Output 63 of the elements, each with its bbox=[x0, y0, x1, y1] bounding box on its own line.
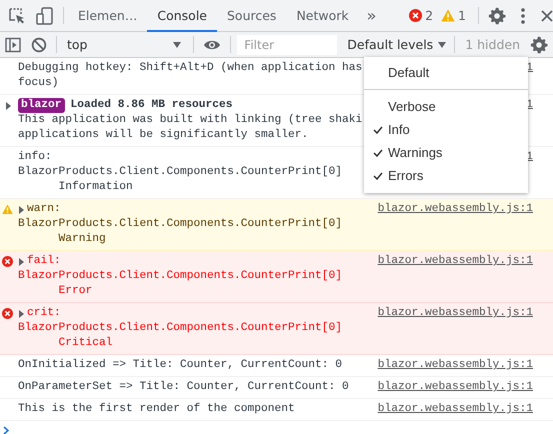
more-options-icon[interactable] bbox=[521, 8, 525, 24]
error-icon bbox=[409, 9, 422, 22]
expand-triangle-icon[interactable] bbox=[6, 102, 11, 110]
inspect-icon[interactable] bbox=[8, 6, 26, 24]
eye-icon[interactable] bbox=[203, 38, 222, 50]
error-icon bbox=[2, 256, 13, 267]
dropdown-caret-icon bbox=[438, 42, 446, 48]
source-link[interactable]: blazor.webassembly.js:1 bbox=[378, 402, 553, 417]
source-link[interactable]: blazor.webassembly.js:1 bbox=[378, 202, 553, 247]
menu-item[interactable]: Info bbox=[364, 118, 528, 141]
error-icon bbox=[2, 308, 13, 319]
dropdown-caret-icon bbox=[173, 42, 182, 48]
menu-item[interactable]: Default bbox=[364, 61, 528, 84]
message-text: OnInitialized => Title: Counter, CurrentCount: 0 bbox=[18, 358, 342, 373]
message-text: applications will be significantly smaller. bbox=[18, 128, 308, 143]
device-icon[interactable] bbox=[36, 6, 54, 24]
message-text: info: bbox=[18, 150, 52, 165]
filter-field[interactable]: Filter bbox=[237, 34, 338, 54]
source-link[interactable]: blazor.webassembly.js:1 bbox=[378, 306, 553, 351]
source-link[interactable]: blazor.webassembly.js:1 bbox=[378, 254, 553, 299]
group-heading: Loaded 8.86 MB resources bbox=[70, 98, 233, 113]
message-text: OnParameterSet => Title: Counter, CurrentCount: 0 bbox=[18, 380, 349, 395]
menu-item[interactable]: Errors bbox=[364, 164, 528, 187]
message-text: fail: bbox=[27, 254, 61, 269]
message-text: Information bbox=[58, 180, 133, 195]
message-text: This is the first render of the component bbox=[18, 402, 295, 417]
warning-icon bbox=[2, 204, 13, 215]
error-count: 2 bbox=[425, 8, 434, 23]
expand-triangle-icon[interactable] bbox=[19, 310, 24, 318]
message-text: focus) bbox=[18, 76, 59, 91]
settings-icon[interactable] bbox=[488, 6, 506, 24]
expand-triangle-icon[interactable] bbox=[19, 258, 24, 266]
more-tabs-button[interactable]: » bbox=[358, 6, 384, 25]
source-link[interactable]: blazor.webassembly.js:1 bbox=[378, 380, 553, 395]
message-text: warn: bbox=[27, 202, 61, 217]
menu-item[interactable]: Warnings bbox=[364, 141, 528, 164]
source-link[interactable]: blazor.webassembly.js:1 bbox=[378, 358, 553, 373]
warning-icon bbox=[441, 9, 456, 22]
source-badge: blazor bbox=[18, 98, 65, 113]
warning-count: 1 bbox=[458, 8, 466, 23]
settings-icon[interactable] bbox=[530, 36, 548, 54]
context-select[interactable]: top bbox=[61, 34, 190, 56]
panel-tab[interactable]: Network bbox=[286, 1, 359, 32]
clear-icon[interactable] bbox=[31, 36, 47, 52]
message-text: Critical bbox=[58, 336, 113, 351]
message-text: Debugging hotkey: Shift+Alt+D (when application has bbox=[18, 61, 362, 76]
panel-tab[interactable]: Sources bbox=[216, 1, 286, 32]
hidden-count: 1 hidden bbox=[465, 37, 520, 52]
expand-triangle-icon[interactable] bbox=[19, 206, 24, 214]
sidebar-toggle-icon[interactable] bbox=[5, 36, 21, 52]
close-icon[interactable] bbox=[541, 10, 553, 22]
levels-dropdown[interactable]: Default levels bbox=[343, 34, 450, 56]
prompt-chevron-icon bbox=[3, 426, 9, 434]
message-text: Warning bbox=[58, 232, 106, 247]
message-text: BlazorProducts.Client.Components.CounterPrint[0] bbox=[18, 321, 342, 336]
message-text: BlazorProducts.Client.Components.CounterPrint[0] bbox=[18, 269, 342, 284]
message-text: BlazorProducts.Client.Components.CounterPrint[0] bbox=[18, 165, 342, 180]
message-text: Error bbox=[58, 284, 92, 299]
panel-tab[interactable]: Elemen… bbox=[68, 1, 148, 32]
menu-item[interactable]: Verbose bbox=[364, 95, 528, 118]
message-text: BlazorProducts.Client.Components.CounterPrint[0] bbox=[18, 217, 342, 232]
message-text: crit: bbox=[27, 306, 61, 321]
message-text: This application was built with linking (tree shaki bbox=[18, 113, 362, 128]
